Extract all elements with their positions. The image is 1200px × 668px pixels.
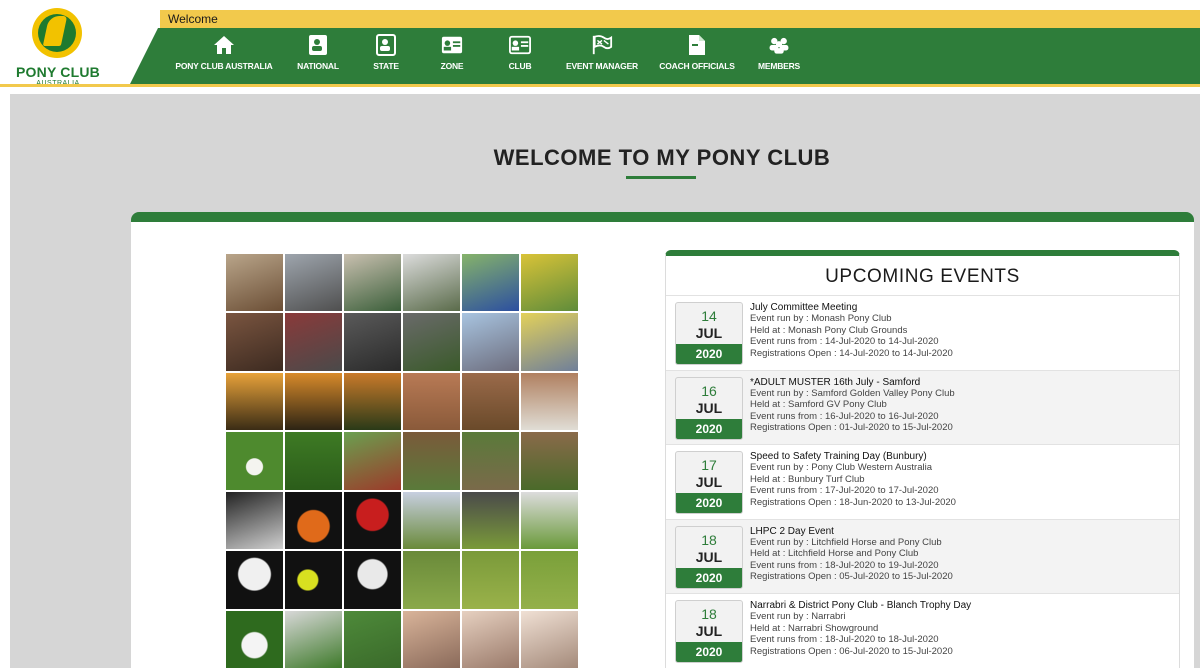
event-year: 2020	[676, 567, 742, 588]
event-month: JUL	[695, 548, 723, 565]
logo-emblem-icon	[32, 8, 82, 58]
event-day: 18	[701, 531, 717, 548]
nav-event-manager[interactable]: EVENT MANAGER	[560, 34, 644, 80]
event-runs: Event runs from : 14-Jul-2020 to 14-Jul-…	[750, 336, 939, 348]
nav-pony-club-australia[interactable]: PONY CLUB AUSTRALIA	[172, 34, 276, 80]
upcoming-events-title: UPCOMING EVENTS	[666, 256, 1179, 296]
event-year: 2020	[676, 344, 742, 364]
event-item[interactable]: 18 JUL 2020 LHPC 2 Day Event Event run b…	[666, 519, 1179, 594]
nav-label: CLUB	[508, 61, 532, 71]
title-underline	[626, 176, 696, 179]
event-registrations: Registrations Open : 18-Jun-2020 to 13-J…	[750, 496, 956, 508]
event-day: 16	[701, 382, 717, 399]
sports-photo-collage	[226, 254, 578, 668]
event-date-badge: 17 JUL 2020	[675, 451, 743, 514]
welcome-label: Welcome	[168, 12, 218, 26]
nav-national[interactable]: NATIONAL	[290, 34, 346, 80]
site-header: PONY CLUB AUSTRALIA Welcome PONY CLUB AU…	[0, 0, 1200, 94]
event-item[interactable]: 17 JUL 2020 Speed to Safety Training Day…	[666, 445, 1179, 520]
id-card-icon	[441, 34, 463, 56]
nav-club[interactable]: CLUB	[500, 34, 540, 80]
event-month: JUL	[695, 623, 723, 639]
event-registrations: Registrations Open : 05-Jul-2020 to 15-J…	[750, 571, 953, 583]
event-run-by: Event run by : Monash Pony Club	[750, 313, 892, 325]
left-edge-strip	[0, 87, 10, 668]
event-year: 2020	[676, 418, 742, 439]
event-month: JUL	[695, 474, 723, 490]
event-held-at: Held at : Litchfield Horse and Pony Club	[750, 548, 919, 560]
event-title[interactable]: Speed to Safety Training Day (Bunbury)	[750, 451, 1173, 462]
group-icon	[768, 34, 790, 56]
event-day: 14	[701, 308, 717, 324]
event-registrations: Registrations Open : 14-Jul-2020 to 14-J…	[750, 347, 953, 359]
event-date-badge: 14 JUL 2020	[675, 302, 743, 365]
event-title[interactable]: Narrabri & District Pony Club - Blanch T…	[750, 600, 1173, 611]
event-registrations: Registrations Open : 01-Jul-2020 to 15-J…	[750, 422, 953, 434]
event-runs: Event runs from : 18-Jul-2020 to 18-Jul-…	[750, 634, 939, 646]
nav-label: STATE	[373, 61, 399, 71]
flag-icon	[591, 34, 613, 56]
event-registrations: Registrations Open : 06-Jul-2020 to 15-J…	[750, 645, 953, 657]
event-held-at: Held at : Samford GV Pony Club	[750, 399, 887, 411]
nav-members[interactable]: MEMBERS	[750, 34, 808, 80]
event-title[interactable]: LHPC 2 Day Event	[750, 526, 1173, 537]
nav-label: COACH OFFICIALS	[659, 61, 735, 71]
event-held-at: Held at : Narrabri Showground	[750, 622, 879, 634]
event-year: 2020	[676, 642, 742, 662]
event-run-by: Event run by : Narrabri	[750, 611, 846, 623]
event-date-badge: 18 JUL 2020	[675, 525, 743, 589]
event-runs: Event runs from : 17-Jul-2020 to 17-Jul-…	[750, 485, 939, 497]
nav-label: PONY CLUB AUSTRALIA	[175, 61, 273, 71]
page-title: WELCOME TO MY PONY CLUB	[493, 145, 831, 170]
event-month: JUL	[695, 325, 723, 341]
contact-card-icon	[307, 34, 329, 56]
event-date-badge: 18 JUL 2020	[675, 600, 743, 663]
event-run-by: Event run by : Pony Club Western Austral…	[750, 462, 932, 474]
upcoming-events-panel: UPCOMING EVENTS 14 JUL 2020 July Committ…	[665, 250, 1180, 668]
event-day: 18	[701, 606, 717, 622]
event-held-at: Held at : Bunbury Turf Club	[750, 473, 865, 485]
nav-label: ZONE	[440, 61, 464, 71]
event-run-by: Event run by : Litchfield Horse and Pony…	[750, 536, 942, 548]
event-run-by: Event run by : Samford Golden Valley Pon…	[750, 387, 955, 399]
event-month: JUL	[695, 399, 723, 416]
event-day: 17	[701, 457, 717, 473]
logo-title: PONY CLUB	[16, 64, 100, 80]
event-runs: Event runs from : 18-Jul-2020 to 19-Jul-…	[750, 559, 939, 571]
id-card-icon	[509, 34, 531, 56]
nav-coach-officials[interactable]: COACH OFFICIALS	[654, 34, 740, 80]
welcome-bar: Welcome	[160, 10, 1200, 28]
contact-card-icon	[375, 34, 397, 56]
pony-club-logo[interactable]: PONY CLUB AUSTRALIA	[10, 8, 106, 88]
event-item[interactable]: 16 JUL 2020 *ADULT MUSTER 16th July - Sa…	[666, 370, 1179, 445]
nav-label: EVENT MANAGER	[565, 61, 639, 71]
event-item[interactable]: 18 JUL 2020 Narrabri & District Pony Clu…	[666, 594, 1179, 668]
nav-label: NATIONAL	[297, 61, 339, 71]
nav-zone[interactable]: ZONE	[432, 34, 472, 80]
event-held-at: Held at : Monash Pony Club Grounds	[750, 324, 908, 336]
event-title[interactable]: *ADULT MUSTER 16th July - Samford	[750, 377, 1173, 388]
main-nav: PONY CLUB AUSTRALIA NATIONAL STATE ZONE …	[130, 28, 1200, 84]
nav-state[interactable]: STATE	[366, 34, 406, 80]
event-date-badge: 16 JUL 2020	[675, 376, 743, 440]
nav-label: MEMBERS	[757, 61, 801, 71]
event-item[interactable]: 14 JUL 2020 July Committee Meeting Event…	[666, 296, 1179, 371]
event-title[interactable]: July Committee Meeting	[750, 302, 1173, 313]
event-year: 2020	[676, 493, 742, 513]
header-divider	[0, 84, 1200, 87]
event-runs: Event runs from : 16-Jul-2020 to 16-Jul-…	[750, 410, 939, 422]
home-icon	[213, 34, 235, 56]
document-icon	[686, 34, 708, 56]
